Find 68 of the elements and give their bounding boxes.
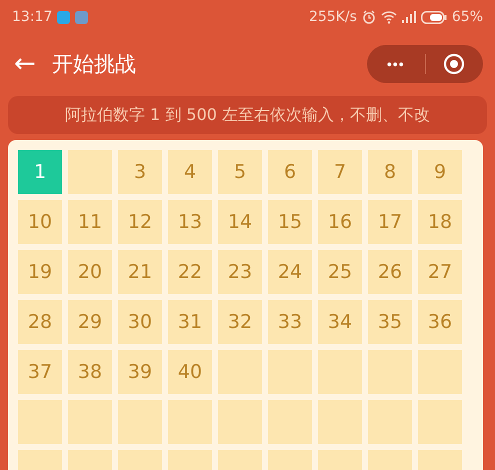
number-cell[interactable] <box>418 350 462 394</box>
number-cell[interactable]: 23 <box>218 250 262 294</box>
number-cell[interactable]: 14 <box>218 200 262 244</box>
number-cell[interactable]: 15 <box>268 200 312 244</box>
number-cell[interactable] <box>318 400 362 444</box>
network-speed: 255K/s <box>308 9 357 25</box>
number-cell[interactable]: 35 <box>368 300 412 344</box>
number-cell[interactable]: 11 <box>68 200 112 244</box>
number-cell[interactable]: 30 <box>118 300 162 344</box>
number-cell[interactable] <box>168 400 212 444</box>
number-cell[interactable]: 36 <box>418 300 462 344</box>
number-cell[interactable] <box>268 350 312 394</box>
battery-icon <box>420 10 447 24</box>
number-cell[interactable]: 18 <box>418 200 462 244</box>
alarm-icon <box>362 10 376 24</box>
page-title: 开始挑战 <box>52 51 137 78</box>
number-cell[interactable]: 4 <box>168 150 212 194</box>
number-cell[interactable] <box>318 350 362 394</box>
wifi-icon <box>380 10 397 24</box>
number-cell[interactable]: 6 <box>268 150 312 194</box>
battery-percent: 65% <box>452 9 483 25</box>
number-cell[interactable]: 40 <box>168 350 212 394</box>
target-icon <box>443 53 466 75</box>
number-cell[interactable]: 7 <box>318 150 362 194</box>
number-cell[interactable]: 3 <box>118 150 162 194</box>
app-icon <box>57 10 70 24</box>
number-cell[interactable]: 28 <box>18 300 62 344</box>
number-cell[interactable]: 24 <box>268 250 312 294</box>
number-cell[interactable] <box>368 350 412 394</box>
number-cell[interactable] <box>368 400 412 444</box>
number-cell[interactable]: 5 <box>218 150 262 194</box>
number-cell[interactable]: 34 <box>318 300 362 344</box>
number-cell[interactable] <box>268 400 312 444</box>
number-cell[interactable] <box>418 400 462 444</box>
number-cell[interactable]: 26 <box>368 250 412 294</box>
number-cell[interactable] <box>68 400 112 444</box>
number-cell[interactable] <box>18 400 62 444</box>
number-cell[interactable] <box>218 400 262 444</box>
number-cell[interactable]: 17 <box>368 200 412 244</box>
number-cell[interactable]: 31 <box>168 300 212 344</box>
number-cell[interactable]: 12 <box>118 200 162 244</box>
instruction-banner: 阿拉伯数字 1 到 500 左至右依次输入，不删、不改 <box>8 96 487 134</box>
number-cell[interactable] <box>118 400 162 444</box>
number-cell[interactable]: 1 <box>18 150 62 194</box>
number-cell[interactable]: 8 <box>368 150 412 194</box>
number-cell[interactable]: 19 <box>18 250 62 294</box>
number-cell[interactable]: 32 <box>218 300 262 344</box>
number-cell[interactable]: 25 <box>318 250 362 294</box>
more-button[interactable]: ••• <box>367 45 424 83</box>
back-button[interactable]: ← <box>14 49 36 79</box>
number-cell[interactable]: 21 <box>118 250 162 294</box>
number-cell[interactable]: 13 <box>168 200 212 244</box>
number-cell[interactable]: 33 <box>268 300 312 344</box>
number-cell[interactable]: 9 <box>418 150 462 194</box>
number-cell[interactable]: 16 <box>318 200 362 244</box>
number-cell[interactable]: 29 <box>68 300 112 344</box>
number-cell[interactable]: 39 <box>118 350 162 394</box>
number-cell[interactable]: 27 <box>418 250 462 294</box>
number-cell[interactable]: 10 <box>18 200 62 244</box>
number-cell[interactable] <box>218 350 262 394</box>
number-cell[interactable]: 22 <box>168 250 212 294</box>
status-time: 13:17 <box>12 9 52 25</box>
number-cell[interactable] <box>68 150 112 194</box>
app-icon <box>75 10 88 24</box>
number-cell[interactable]: 38 <box>68 350 112 394</box>
signal-icon <box>402 11 416 23</box>
number-cell[interactable]: 37 <box>18 350 62 394</box>
number-cell[interactable]: 20 <box>68 250 112 294</box>
